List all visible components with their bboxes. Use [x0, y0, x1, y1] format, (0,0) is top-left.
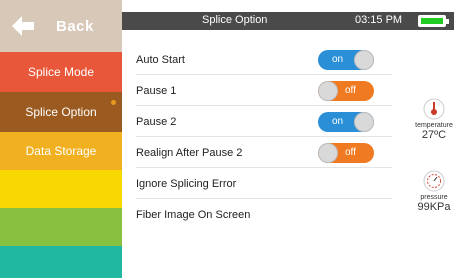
active-indicator-dot: [111, 100, 116, 105]
auto-start-toggle[interactable]: on: [318, 50, 374, 70]
sidebar-item-label: Data Storage: [25, 144, 97, 158]
page-title: Splice Option: [202, 14, 268, 26]
toggle-knob: [354, 112, 374, 132]
setting-label: Realign After Pause 2: [136, 147, 243, 159]
setting-fiber-image-on-screen[interactable]: Fiber Image On Screen: [136, 199, 392, 230]
toggle-state: on: [332, 116, 344, 127]
setting-label: Ignore Splicing Error: [136, 178, 237, 190]
battery-icon: [418, 15, 449, 27]
setting-label: Pause 2: [136, 116, 177, 128]
temperature-indicator: temperature 27ºC: [409, 98, 454, 141]
sidebar-item-data-storage[interactable]: Data Storage: [0, 132, 122, 170]
thermometer-icon: [423, 98, 445, 120]
toggle-state: off: [345, 85, 356, 96]
back-label: Back: [56, 17, 94, 35]
sidebar-item-teal[interactable]: [0, 246, 122, 278]
clock: 03:15 PM: [355, 14, 403, 26]
sidebar-item-label: Splice Option: [25, 105, 97, 119]
setting-label: Fiber Image On Screen: [136, 209, 251, 221]
toggle-knob: [318, 143, 338, 163]
realign-after-pause-2-toggle[interactable]: off: [318, 143, 374, 163]
pressure-value: 99KPa: [417, 201, 451, 213]
sidebar: Back Splice Mode Splice Option Data Stor…: [0, 0, 122, 278]
sidebar-item-splice-option[interactable]: Splice Option: [0, 92, 122, 132]
toggle-knob: [318, 81, 338, 101]
pause-2-toggle[interactable]: on: [318, 112, 374, 132]
toggle-knob: [354, 50, 374, 70]
sidebar-item-yellow[interactable]: [0, 170, 122, 208]
sidebar-item-green[interactable]: [0, 208, 122, 246]
pressure-gauge-icon: [423, 170, 445, 192]
temperature-value: 27ºC: [421, 129, 447, 141]
setting-ignore-splicing-error[interactable]: Ignore Splicing Error: [136, 168, 392, 199]
setting-realign-after-pause-2: Realign After Pause 2 off: [136, 137, 392, 168]
setting-label: Auto Start: [136, 54, 185, 66]
sidebar-item-splice-mode[interactable]: Splice Mode: [0, 52, 122, 92]
setting-pause-2: Pause 2 on: [136, 106, 392, 137]
sidebar-item-label: Splice Mode: [27, 65, 95, 79]
back-arrow-icon: [12, 16, 34, 36]
temperature-label: temperature: [415, 122, 453, 129]
setting-label: Pause 1: [136, 85, 177, 97]
status-bar: Splice Option 03:15 PM: [122, 12, 454, 30]
toggle-state: off: [345, 147, 356, 158]
pressure-label: pressure: [420, 194, 448, 201]
pressure-indicator: pressure 99KPa: [409, 170, 454, 213]
setting-auto-start: Auto Start on: [136, 44, 392, 75]
back-button[interactable]: Back: [0, 0, 122, 52]
toggle-state: on: [332, 54, 344, 65]
pause-1-toggle[interactable]: off: [318, 81, 374, 101]
setting-pause-1: Pause 1 off: [136, 75, 392, 106]
